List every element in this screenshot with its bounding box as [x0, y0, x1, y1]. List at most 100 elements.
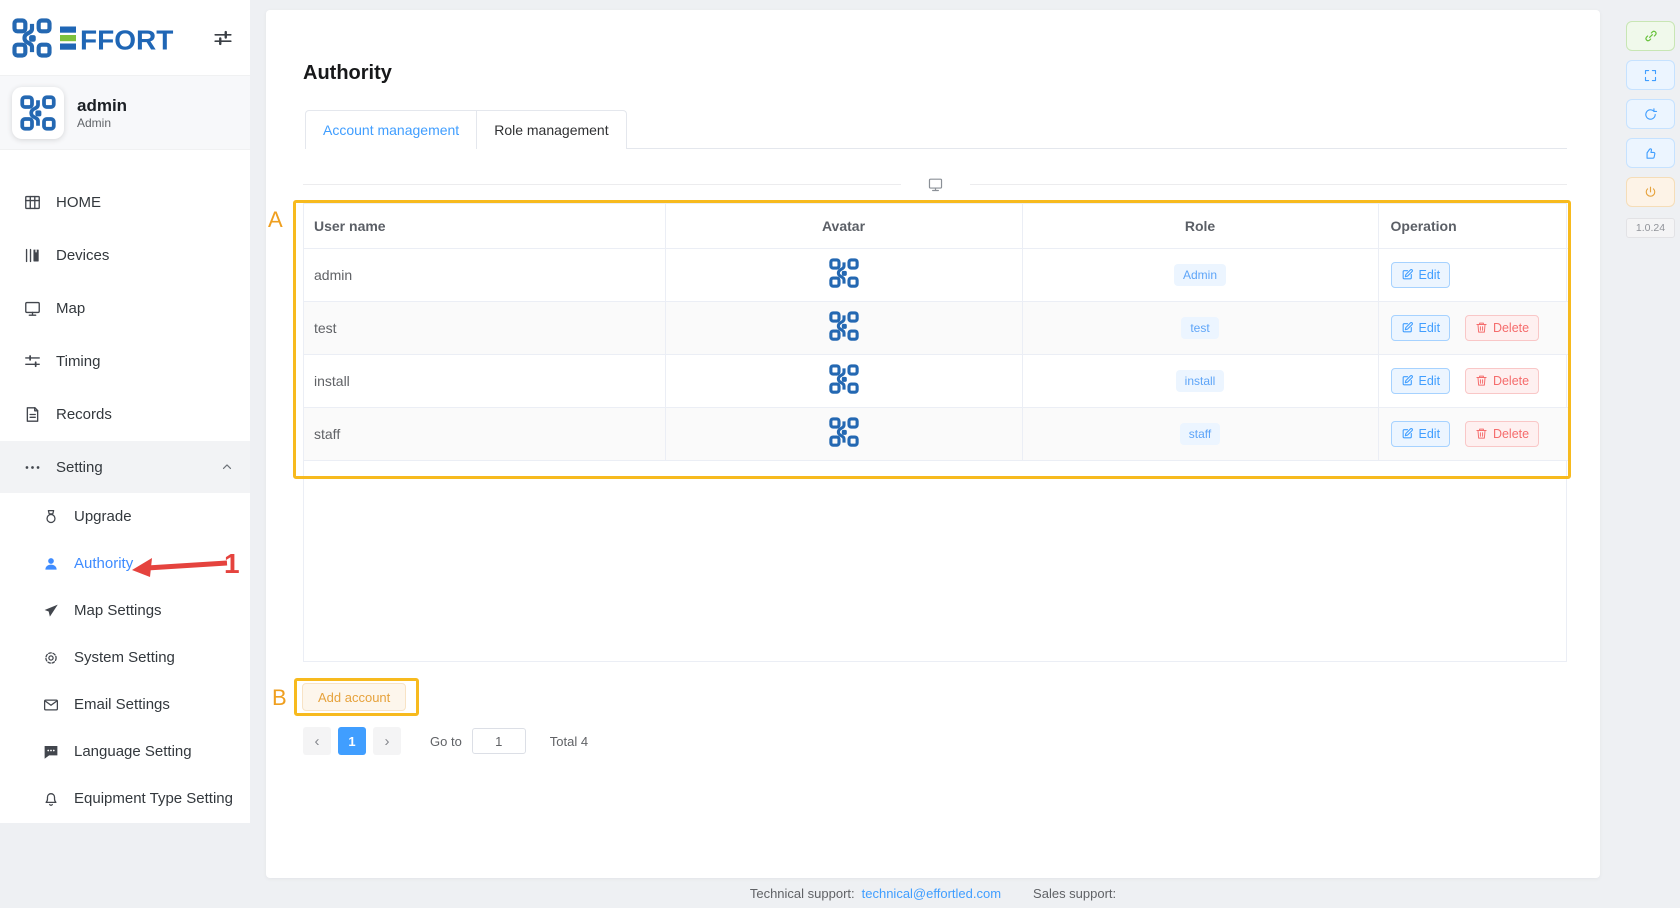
sidebar-item-timing[interactable]: Timing	[0, 335, 250, 388]
username-cell: install	[304, 354, 665, 407]
sidebar-item-label: Records	[56, 406, 112, 423]
user-name: admin	[77, 95, 127, 116]
sliders-icon	[23, 352, 42, 371]
sidebar-item-equipment-type-setting[interactable]: Equipment Type Setting	[0, 775, 250, 822]
table-header-row: User name Avatar Role Operation	[304, 204, 1568, 248]
avatar-cell	[665, 301, 1022, 354]
sidebar-item-label: Email Settings	[74, 696, 170, 713]
brand-wordmark: FFORT	[60, 23, 182, 53]
floating-toolbar: 1.0.24	[1626, 21, 1675, 238]
sidebar-item-records[interactable]: Records	[0, 388, 250, 441]
sidebar-item-map[interactable]: Map	[0, 282, 250, 335]
trash-icon	[1475, 427, 1488, 440]
sidebar-item-authority[interactable]: Authority	[0, 540, 250, 587]
role-badge: Admin	[1174, 264, 1226, 286]
sidebar-item-system-setting[interactable]: System Setting	[0, 634, 250, 681]
thumb-hand-icon	[1643, 146, 1658, 161]
add-account-button[interactable]: Add account	[302, 683, 406, 711]
tab-account-management[interactable]: Account management	[305, 110, 477, 149]
delete-button[interactable]: Delete	[1465, 368, 1539, 394]
table-row: admin Admin Edit	[304, 248, 1568, 301]
footer: Technical support: technical@effortled.c…	[266, 886, 1600, 901]
svg-text:FFORT: FFORT	[80, 24, 173, 53]
edit-button[interactable]: Edit	[1391, 421, 1451, 447]
username-cell: test	[304, 301, 665, 354]
refresh-button[interactable]	[1626, 99, 1675, 129]
qr-avatar-icon	[829, 258, 859, 288]
qr-avatar-icon	[829, 364, 859, 394]
sidebar-item-upgrade[interactable]: Upgrade	[0, 493, 250, 540]
monitor-icon	[927, 176, 944, 193]
sidebar-group-setting[interactable]: Setting	[0, 441, 250, 493]
sidebar-item-label: Map Settings	[74, 602, 162, 619]
total-count: Total 4	[550, 734, 588, 749]
gear-icon	[42, 649, 60, 667]
user-icon	[42, 555, 60, 573]
operation-cell: Edit Delete	[1378, 354, 1568, 407]
sidebar-item-map-settings[interactable]: Map Settings	[0, 587, 250, 634]
sidebar-item-devices[interactable]: Devices	[0, 229, 250, 282]
version-badge: 1.0.24	[1626, 218, 1675, 238]
column-header-role: Role	[1022, 204, 1378, 248]
sidebar-user-panel: admin Admin	[0, 76, 250, 150]
user-role: Admin	[77, 116, 127, 130]
edit-icon	[1401, 374, 1414, 387]
goto-page-input[interactable]	[472, 728, 526, 754]
power-button[interactable]	[1626, 177, 1675, 207]
edit-icon	[1401, 268, 1414, 281]
sidebar-item-label: Upgrade	[74, 508, 132, 525]
delete-button-label: Delete	[1493, 321, 1529, 335]
app-root: FFORT admin Admin HO	[0, 0, 1680, 908]
operation-cell: Edit Delete	[1378, 407, 1568, 460]
prev-page-button[interactable]: ‹	[303, 727, 331, 755]
sidebar-item-label: Language Setting	[74, 743, 192, 760]
delete-button-label: Delete	[1493, 427, 1529, 441]
fullscreen-button[interactable]	[1626, 60, 1675, 90]
delete-button[interactable]: Delete	[1465, 421, 1539, 447]
sidebar-item-email-settings[interactable]: Email Settings	[0, 681, 250, 728]
sidebar-header: FFORT	[0, 0, 250, 76]
column-header-username: User name	[304, 204, 665, 248]
edit-button[interactable]: Edit	[1391, 315, 1451, 341]
pagination: ‹ 1 › Go to Total 4	[303, 727, 588, 755]
power-icon	[1643, 185, 1658, 200]
hand-tool-button[interactable]	[1626, 138, 1675, 168]
sidebar-item-label: Equipment Type Setting	[74, 790, 233, 807]
refresh-icon	[1643, 107, 1658, 122]
avatar-cell	[665, 354, 1022, 407]
next-page-button[interactable]: ›	[373, 727, 401, 755]
column-header-operation: Operation	[1378, 204, 1568, 248]
edit-icon	[1401, 321, 1414, 334]
qr-avatar-icon	[829, 311, 859, 341]
sales-support-label: Sales support:	[1033, 886, 1116, 901]
collapse-sliders-icon[interactable]	[212, 27, 234, 49]
sidebar-item-label: System Setting	[74, 649, 175, 666]
sidebar-item-language-setting[interactable]: Language Setting	[0, 728, 250, 775]
delete-button[interactable]: Delete	[1465, 315, 1539, 341]
sidebar-item-home[interactable]: HOME	[0, 176, 250, 229]
page-1-button[interactable]: 1	[338, 727, 366, 755]
trash-icon	[1475, 374, 1488, 387]
edit-button-label: Edit	[1419, 268, 1441, 282]
goto-label: Go to	[430, 734, 462, 749]
link-tool-button[interactable]	[1626, 21, 1675, 51]
avatar-cell	[665, 407, 1022, 460]
envelope-icon	[42, 696, 60, 714]
sidebar: FFORT admin Admin HO	[0, 0, 250, 823]
tab-role-management[interactable]: Role management	[477, 110, 626, 149]
qr-avatar-icon	[829, 417, 859, 447]
technical-support-email-link[interactable]: technical@effortled.com	[862, 886, 1001, 901]
edit-icon	[1401, 427, 1414, 440]
paper-plane-icon	[42, 602, 60, 620]
sidebar-setting-submenu: Upgrade Authority Map Settings	[0, 493, 250, 822]
edit-button[interactable]: Edit	[1391, 368, 1451, 394]
delete-button-label: Delete	[1493, 374, 1529, 388]
user-qr-avatar-icon	[20, 95, 56, 131]
main-content-card: Authority Account management Role manage…	[266, 10, 1600, 878]
sidebar-item-label: HOME	[56, 194, 101, 211]
fullscreen-icon	[1643, 68, 1658, 83]
operation-cell: Edit Delete	[1378, 301, 1568, 354]
grid-icon	[23, 193, 42, 212]
trash-icon	[1475, 321, 1488, 334]
edit-button[interactable]: Edit	[1391, 262, 1451, 288]
